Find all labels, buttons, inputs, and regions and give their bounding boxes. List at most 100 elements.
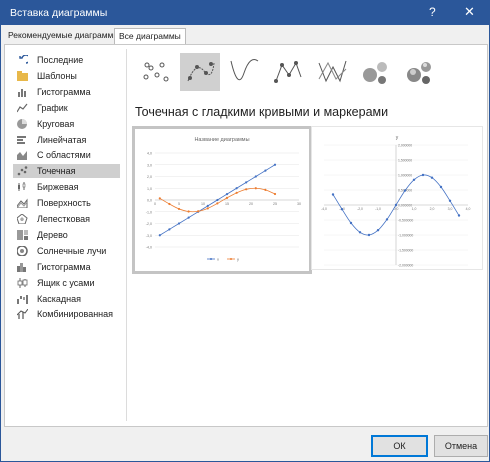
data-point (206, 207, 209, 210)
column-chart-icon (18, 88, 26, 97)
data-point (430, 176, 434, 179)
legend-marker (210, 258, 212, 260)
category-label: Гистограмма (37, 86, 91, 97)
category-label: График (37, 102, 68, 113)
waterfall-icon (17, 294, 28, 304)
x-tick-label: 1,0 (412, 207, 417, 211)
category-item-box-whisker[interactable]: Ящик с усами (13, 276, 120, 290)
y-tick-label: -2,0 (146, 222, 152, 226)
tab-all-charts[interactable]: Все диаграммы (114, 28, 186, 45)
undo-arrow-icon (19, 55, 28, 64)
data-point (158, 234, 161, 237)
scatter-subtype-markers[interactable] (136, 53, 176, 91)
scatter-chart-icon (17, 166, 28, 176)
line-chart-icon (17, 103, 28, 112)
data-point (385, 218, 389, 221)
x-tick-label: 2,0 (430, 207, 435, 211)
data-point (177, 207, 181, 211)
scatter-subtype-smooth-markers[interactable] (180, 53, 220, 91)
category-label: Гистограмма (37, 261, 91, 272)
y-tick-label: 1,000000 (398, 173, 412, 177)
data-point (168, 228, 171, 231)
data-point (340, 208, 344, 211)
legend-label: y (237, 257, 239, 262)
scatter-markers-icon (143, 62, 169, 82)
category-label: Каскадная (37, 293, 81, 304)
data-point (235, 191, 238, 194)
scatter-subtype-straight-markers[interactable] (268, 53, 308, 91)
ok-button[interactable]: ОК (371, 435, 428, 457)
scatter-smooth-icon (230, 59, 259, 81)
data-point (216, 198, 219, 202)
dialog-title: Вставка диаграммы (10, 7, 108, 19)
data-point (331, 193, 335, 196)
category-item-stock-chart[interactable]: Биржевая (13, 180, 120, 194)
tab-recommended-charts[interactable]: Рекомендуемые диаграммы (4, 28, 124, 43)
legend-label: x (217, 257, 219, 262)
category-item-scatter-chart[interactable]: Точечная (13, 164, 120, 179)
x-tick-label: 20 (249, 202, 253, 206)
y-tick-label: 3,0 (147, 163, 152, 167)
data-point (187, 216, 190, 219)
data-point (358, 231, 362, 234)
y-tick-label: -4,0 (146, 246, 152, 250)
bar-chart-icon (17, 135, 26, 144)
category-label: Лепестковая (37, 214, 91, 224)
data-point (273, 192, 277, 196)
chart-preview-selected[interactable]: Название диаграммы 4,0 3,0 2,0 1,0 0,0 -1,0 -2,… (132, 126, 312, 274)
chart-preview-alternative[interactable]: y2,0000001,5000001,0000000,5000000,00000… (311, 126, 483, 270)
y-tick-label: -1,0 (146, 210, 152, 214)
category-item-radar-chart[interactable]: Лепестковая (13, 212, 120, 226)
data-point (235, 187, 238, 190)
category-item-undo-arrow[interactable]: Последние (13, 53, 120, 67)
data-point (177, 222, 181, 225)
scatter-subtype-straight[interactable] (312, 53, 352, 91)
data-point (421, 173, 425, 177)
box-whisker-icon (17, 277, 28, 288)
help-button[interactable]: ? (429, 5, 436, 19)
cancel-button[interactable]: Отмена (434, 435, 488, 457)
category-item-pie-chart[interactable]: Круговая (13, 117, 120, 131)
category-item-bar-chart[interactable]: Линейчатая (13, 133, 120, 147)
close-button[interactable]: ✕ (464, 4, 475, 20)
radar-chart-icon (17, 214, 28, 224)
x-tick-label: 5 (178, 202, 180, 206)
folder-icon (17, 70, 28, 81)
data-point (273, 163, 277, 166)
scatter-subtype-smooth[interactable] (224, 53, 264, 91)
bubble-3d-subtype[interactable] (400, 53, 440, 91)
bubble-icon (363, 62, 387, 84)
scatter-straight-icon (318, 60, 347, 83)
category-item-sunburst[interactable]: Солнечные лучи (13, 244, 120, 258)
category-item-surface-chart[interactable]: Поверхность (13, 196, 120, 210)
all-charts-panel: Последние Шаблоны Гистограмма График Кругова… (4, 44, 488, 427)
stock-chart-icon (18, 182, 26, 192)
data-point (245, 188, 248, 191)
category-item-waterfall[interactable]: Каскадная (13, 292, 120, 306)
category-item-column-chart[interactable]: Гистограмма (13, 85, 120, 99)
category-item-area-chart[interactable]: С областями (13, 148, 120, 162)
x-tick-label: 30 (297, 202, 301, 206)
category-item-histogram[interactable]: Гистограмма (13, 260, 120, 274)
sunburst-icon (17, 245, 28, 256)
title-bar: Вставка диаграммы ? ✕ (1, 1, 489, 25)
pie-chart-icon (17, 118, 27, 129)
data-point (376, 229, 380, 232)
data-point (403, 189, 407, 192)
category-item-treemap[interactable]: Дерево (13, 228, 120, 242)
x-tick-label: 25 (273, 202, 277, 206)
bubble-subtype[interactable] (356, 53, 396, 91)
category-item-folder[interactable]: Шаблоны (13, 69, 120, 83)
category-item-combo-chart[interactable]: Комбинированная (13, 307, 120, 321)
chart-title: y (396, 135, 399, 141)
category-item-line-chart[interactable]: График (13, 101, 120, 115)
category-label: Точечная (37, 166, 76, 177)
data-point (457, 214, 461, 217)
data-point (254, 187, 257, 190)
y-tick-label: 2,000000 (398, 143, 412, 147)
area-chart-icon (17, 151, 27, 161)
x-tick-label: 4,0 (466, 207, 471, 211)
data-point (349, 221, 353, 225)
data-point (216, 202, 219, 205)
subtype-heading: Точечная с гладкими кривыми и маркерами (135, 105, 389, 119)
